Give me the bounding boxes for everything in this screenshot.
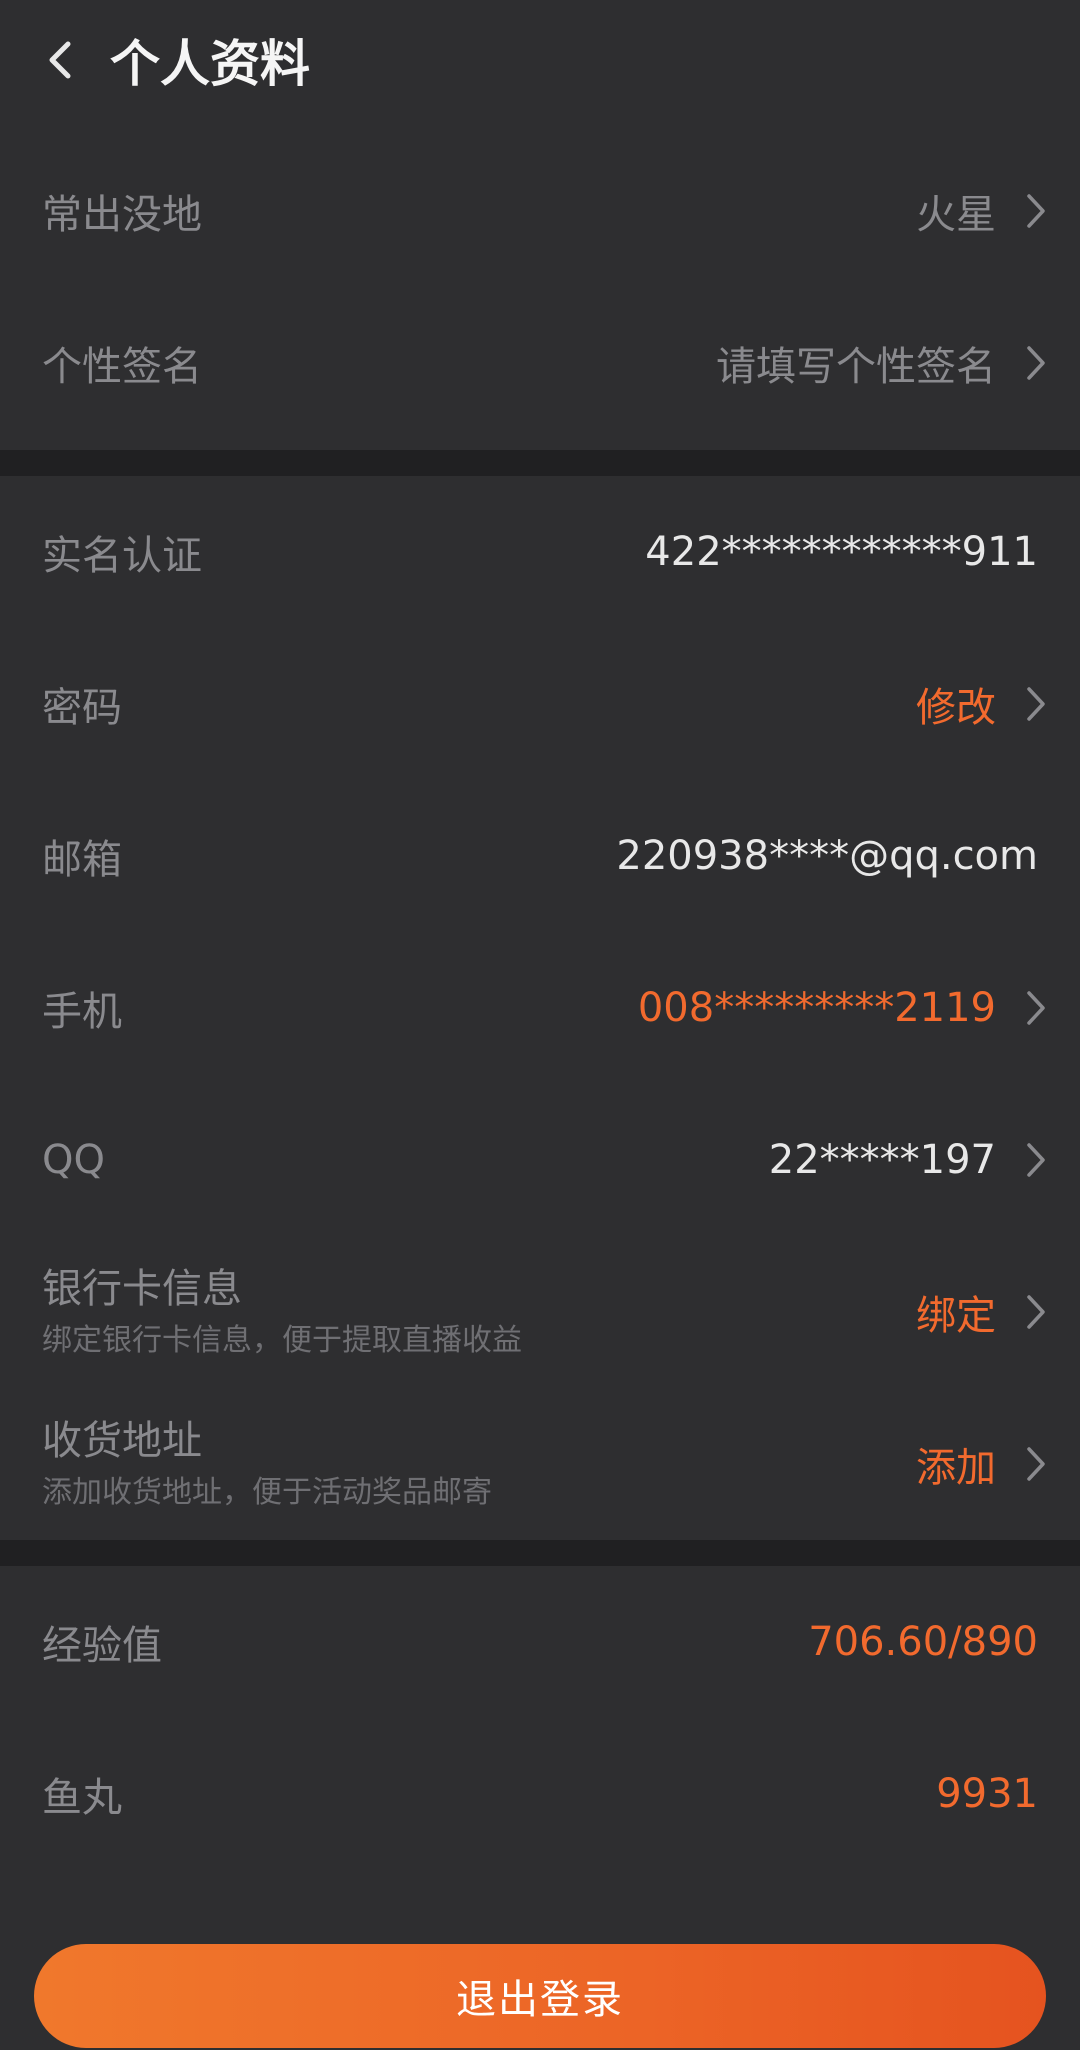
row-label: 实名认证 (42, 533, 202, 579)
row-value: 706.60/890 (808, 1619, 1038, 1665)
page-title: 个人资料 (110, 35, 310, 93)
row-value: 22*****197 (768, 1137, 996, 1183)
logout-label: 退出登录 (456, 1977, 624, 2023)
row-label: 手机 (42, 989, 122, 1035)
row-phone[interactable]: 手机 008*********2119 (0, 932, 1080, 1084)
stats-section: 经验值 706.60/890 鱼丸 9931 (0, 1566, 1080, 1896)
row-label: 密码 (42, 685, 122, 731)
row-value: 9931 (936, 1771, 1038, 1817)
row-value: 修改 (916, 685, 996, 731)
row-label: QQ (42, 1137, 105, 1183)
row-shipping-address[interactable]: 收货地址 添加收货地址，便于活动奖品邮寄 添加 (0, 1388, 1080, 1540)
row-value: 008*********2119 (637, 985, 996, 1031)
account-section: 实名认证 422************911 密码 修改 邮箱 220938*… (0, 476, 1080, 1540)
row-label: 银行卡信息 (42, 1266, 242, 1312)
row-password[interactable]: 密码 修改 (0, 628, 1080, 780)
chevron-right-icon (1014, 1138, 1058, 1182)
row-fish-balls: 鱼丸 9931 (0, 1718, 1080, 1870)
logout-button[interactable]: 退出登录 (34, 1944, 1046, 2048)
section-divider (0, 1540, 1080, 1566)
row-value: 火星 (916, 192, 996, 238)
row-qq[interactable]: QQ 22*****197 (0, 1084, 1080, 1236)
row-signature[interactable]: 个性签名 请填写个性签名 (0, 287, 1080, 439)
row-email: 邮箱 220938****@qq.com (0, 780, 1080, 932)
row-experience: 经验值 706.60/890 (0, 1566, 1080, 1718)
row-label: 邮箱 (42, 837, 122, 883)
row-label: 鱼丸 (42, 1775, 122, 1821)
row-value: 请填写个性签名 (716, 344, 996, 390)
chevron-right-icon (1014, 341, 1058, 385)
row-label-block: 银行卡信息 绑定银行卡信息，便于提取直播收益 (42, 1262, 522, 1362)
row-label: 收货地址 (42, 1418, 202, 1464)
back-button[interactable] (30, 30, 90, 90)
chevron-right-icon (1014, 1442, 1058, 1486)
row-value: 添加 (916, 1445, 996, 1491)
row-label: 常出没地 (42, 192, 202, 238)
profile-section: 常出没地 火星 个性签名 请填写个性签名 (0, 135, 1080, 450)
chevron-right-icon (1014, 986, 1058, 1030)
row-sublabel: 添加收货地址，便于活动奖品邮寄 (42, 1475, 492, 1510)
row-label: 个性签名 (42, 344, 202, 390)
chevron-left-icon (49, 41, 71, 79)
section-divider (0, 450, 1080, 476)
chevron-right-icon (1014, 1290, 1058, 1334)
chevron-right-icon (1014, 189, 1058, 233)
row-label-block: 收货地址 添加收货地址，便于活动奖品邮寄 (42, 1414, 492, 1514)
row-value: 绑定 (916, 1293, 996, 1339)
row-label: 经验值 (42, 1623, 162, 1669)
row-value: 220938****@qq.com (616, 833, 1038, 879)
row-real-name: 实名认证 422************911 (0, 476, 1080, 628)
row-bank-card[interactable]: 银行卡信息 绑定银行卡信息，便于提取直播收益 绑定 (0, 1236, 1080, 1388)
row-location[interactable]: 常出没地 火星 (0, 135, 1080, 287)
top-bar: 个人资料 (0, 0, 1080, 135)
row-value: 422************911 (645, 529, 1038, 575)
profile-page: 个人资料 常出没地 火星 个性签名 请填写个性签名 实名认证 422******… (0, 0, 1080, 2050)
row-sublabel: 绑定银行卡信息，便于提取直播收益 (42, 1323, 522, 1358)
chevron-right-icon (1014, 682, 1058, 726)
